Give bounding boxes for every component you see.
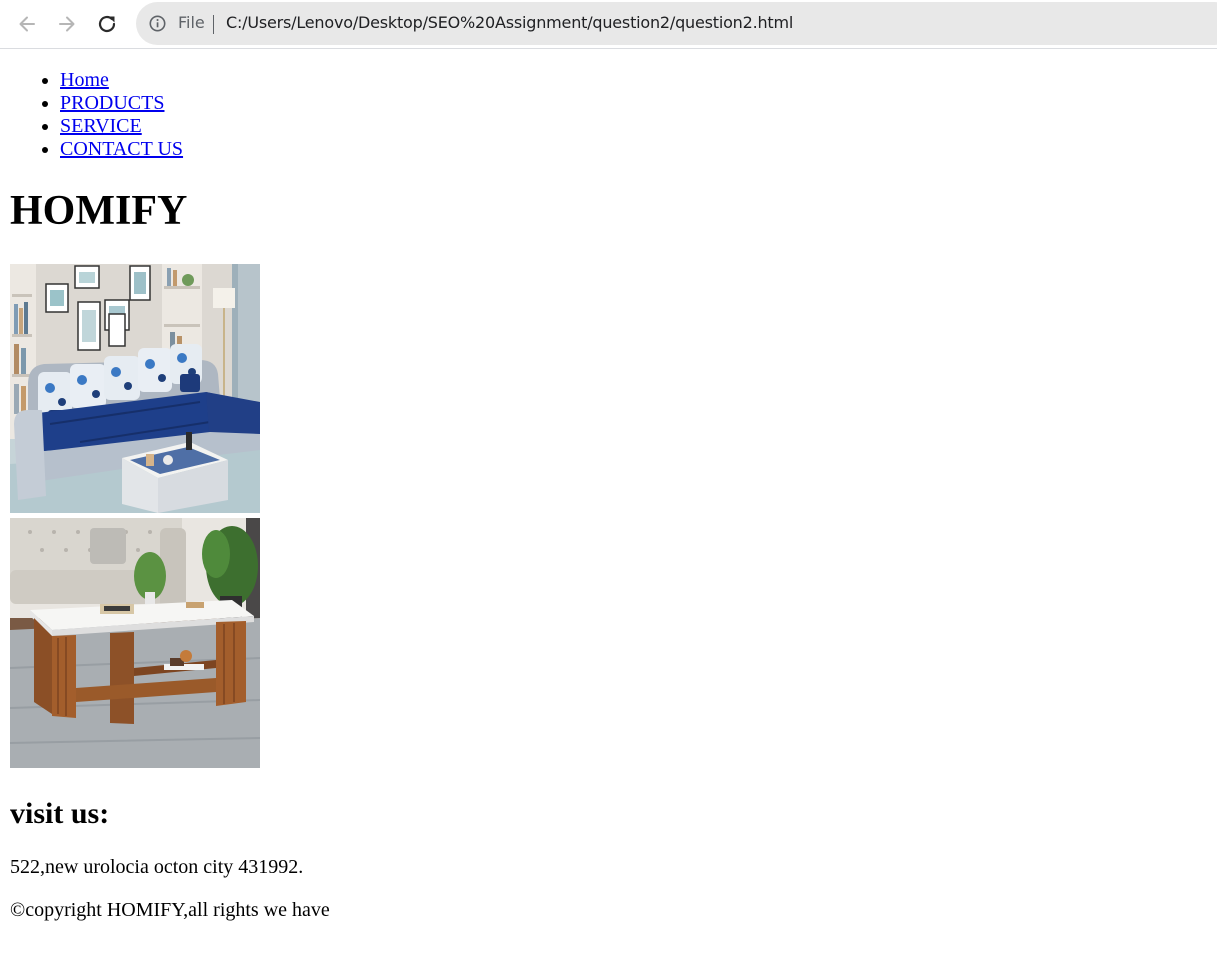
arrow-left-icon [19,16,35,32]
copyright-text: ©copyright HOMIFY,all rights we have [10,899,330,921]
back-button[interactable] [13,10,41,38]
visit-heading: visit us: [10,797,110,830]
nav-item-home: Home [60,69,183,92]
nav-link-home[interactable]: Home [60,69,109,91]
address-text: 522,new urolocia octon city 431992. [10,856,304,878]
scheme-label: File [178,13,205,32]
reload-button[interactable] [93,10,121,38]
forward-button[interactable] [53,10,81,38]
url-text[interactable]: C:/Users/Lenovo/Desktop/SEO%20Assignment… [226,13,793,32]
page-content: Home PRODUCTS SERVICE CONTACT US HOMIFY [0,49,1217,962]
nav-item-products: PRODUCTS [60,92,183,115]
nav-item-service: SERVICE [60,115,183,138]
address-bar[interactable]: File C:/Users/Lenovo/Desktop/SEO%20Assig… [136,2,1217,45]
info-icon[interactable] [149,15,166,32]
nav-link-products[interactable]: PRODUCTS [60,92,164,114]
coffee-table-product-image [10,518,260,768]
arrow-right-icon [59,16,75,32]
nav-link-service[interactable]: SERVICE [60,115,142,137]
page-title: HOMIFY [10,188,188,234]
main-nav: Home PRODUCTS SERVICE CONTACT US [20,69,183,161]
sofa-product-image [10,264,260,513]
omnibox-divider [213,15,214,34]
nav-item-contact-us: CONTACT US [60,138,183,161]
browser-toolbar: File C:/Users/Lenovo/Desktop/SEO%20Assig… [0,0,1217,49]
reload-icon [98,15,116,33]
nav-link-contact-us[interactable]: CONTACT US [60,138,183,160]
